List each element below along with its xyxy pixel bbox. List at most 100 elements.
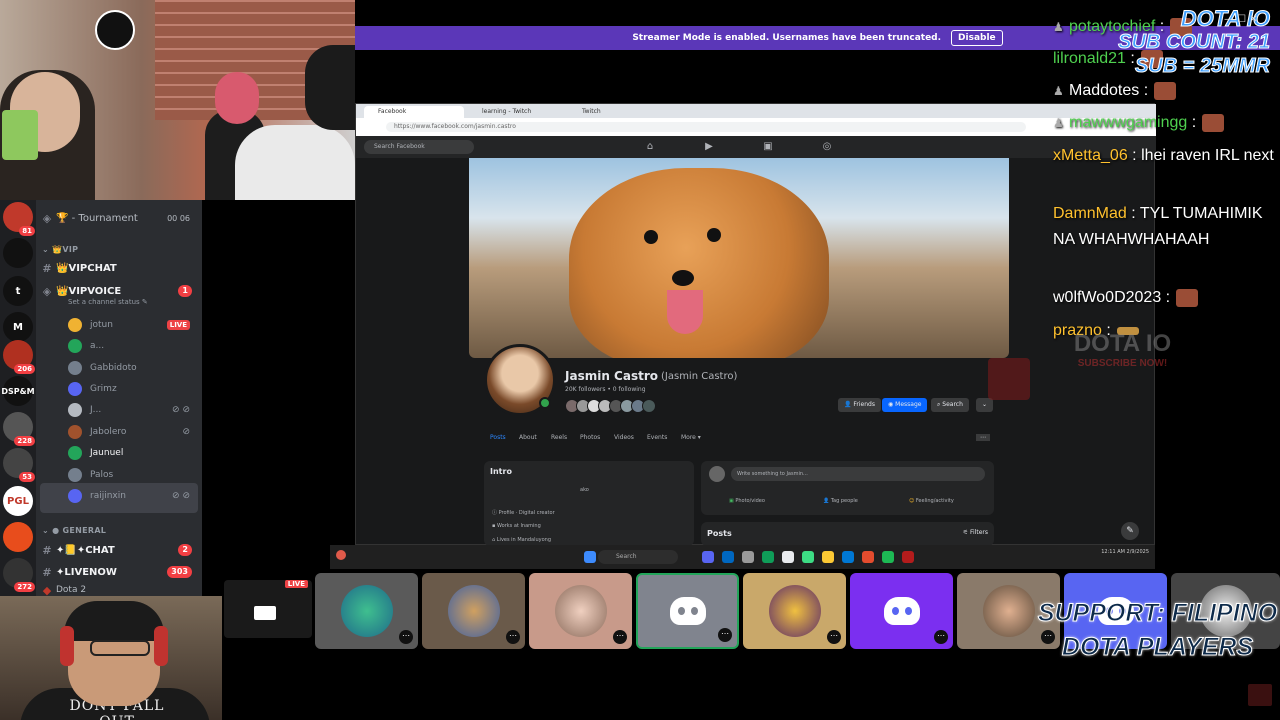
composer-input[interactable]: Write something to Jasmin... [731,467,985,481]
channel-status[interactable]: Set a channel status ✎ [68,298,148,306]
tab-events[interactable]: Events [647,434,667,441]
guild-icon-4[interactable]: M [3,312,33,342]
profile-search-button[interactable]: ⌕ Search [931,398,969,412]
url-input[interactable]: https://www.facebook.com/jasmin.castro [386,122,1026,132]
more-options-icon[interactable]: ⋯ [934,630,948,644]
guild-icon-8[interactable]: 53 [3,448,35,482]
tab-more[interactable]: More ▾ [681,434,701,441]
headset-right [154,626,168,666]
tab-reels[interactable]: Reels [551,434,567,441]
guild-icon-11[interactable]: 272 [3,558,35,592]
spotify-taskbar-icon[interactable] [882,551,894,563]
guild-badge: 272 [14,582,35,592]
game-activity-label: Dota 2 [56,585,87,595]
app-taskbar-icon[interactable] [742,551,754,563]
voice-user-name: Jabolero [90,426,127,437]
taskbar-search[interactable]: Search [598,550,678,564]
guild-icon-7[interactable]: 228 [3,412,35,446]
more-options-icon[interactable]: ⋯ [613,630,627,644]
voice-user[interactable]: jotun LIVE [68,315,198,334]
app-taskbar-icon[interactable] [862,551,874,563]
app-taskbar-icon[interactable] [802,551,814,563]
browser-window: Facebook learning - Twitch Twitch https:… [355,103,1156,546]
tab-about[interactable]: About [519,434,537,441]
voice-user[interactable]: Jabolero ⊘ [68,422,198,441]
voice-user[interactable]: Gabbidoto [68,358,198,377]
feeling-activity-button[interactable]: ☺ Feeling/activity [909,498,954,504]
guild-icon-9[interactable]: PGL [3,486,33,516]
profile-picture[interactable] [484,344,556,416]
more-options-icon[interactable]: ⋯ [718,628,732,642]
facebook-search-input[interactable]: Search Facebook [364,140,474,154]
more-options-icon[interactable]: ⋯ [399,630,413,644]
weather-icon[interactable] [336,550,346,560]
message-button[interactable]: ◉ Message [882,398,928,412]
facebook-top-nav: Search Facebook ⌂ ▶ ▣ ◎ [356,136,1156,158]
guild-icon-5[interactable]: 206 [3,340,35,374]
voice-tile-speaking[interactable]: ⋯ [636,573,739,649]
more-options-icon[interactable]: ⋯ [827,630,841,644]
chrome-taskbar-icon[interactable] [782,551,794,563]
guild-icon-6[interactable]: DSP&M [1,376,35,406]
profile-alternate-name: (Jasmin Castro) [661,371,738,382]
voice-user[interactable]: J... ⊘ ⊘ [68,400,198,419]
window-controls[interactable]: — ☐ ✕ [1224,14,1258,25]
tab-photos[interactable]: Photos [580,434,600,441]
tag-people-button[interactable]: 👤 Tag people [823,498,858,504]
category-general[interactable]: ⌄ ● GENERAL [42,526,106,535]
browser-tab-facebook[interactable]: Facebook [364,106,464,118]
browser-address-bar: https://www.facebook.com/jasmin.castro [356,118,1156,136]
guild-badge: 53 [19,472,35,482]
discord-taskbar-icon[interactable] [702,551,714,563]
start-icon[interactable] [584,551,596,563]
support-line-1: SUPPORT: FILIPINO [1037,599,1278,628]
channel-label: ✦📒✦CHAT [56,544,115,556]
disable-streamer-mode-button[interactable]: Disable [951,30,1003,46]
screenshare-preview[interactable]: LIVE [224,580,312,638]
home-icon[interactable]: ⌂ [644,141,656,153]
browser-tab-twitch[interactable]: Twitch [568,106,663,118]
photo-video-button[interactable]: ▣ Photo/video [729,498,765,504]
discord-sidebar: 81 t M 206 DSP&M 228 53 PGL 272 ◈ 🏆 - To… [0,200,202,596]
profile-more-button[interactable]: ⌄ [976,398,994,412]
mutual-friends-avatars[interactable] [565,399,665,413]
voice-user[interactable]: a... [68,336,198,355]
voice-user[interactable]: Palos [68,465,198,484]
voice-tile[interactable]: ⋯ [850,573,953,649]
app-taskbar-icon[interactable] [762,551,774,563]
avatar [982,585,1035,637]
channel-livenow[interactable]: # ✦LIVENOW 303 [38,562,202,582]
edge-taskbar-icon[interactable] [842,551,854,563]
voice-user[interactable]: raijinxin ⊘ ⊘ [68,486,198,505]
folder-taskbar-icon[interactable] [822,551,834,563]
channel-badge: 2 [178,544,192,556]
guild-icon-2[interactable] [3,238,33,268]
more-options-icon[interactable]: ⋯ [506,630,520,644]
voice-tile[interactable]: ⋯ [422,573,525,649]
guild-icon-10[interactable] [3,522,33,552]
tab-options-button[interactable]: ⋯ [976,434,990,441]
tab-videos[interactable]: Videos [614,434,634,441]
new-message-icon[interactable]: ✎ [1121,522,1139,540]
profile-follow-count[interactable]: 20K followers • 0 following [565,386,646,393]
voice-tile[interactable]: ⋯ [743,573,846,649]
voice-user[interactable]: Grimz [68,379,198,398]
browser-tab-learning[interactable]: learning - Twitch [468,106,563,118]
cover-photo[interactable] [469,158,1009,358]
voice-tile[interactable]: ⋯ [315,573,418,649]
voice-user[interactable]: Jaunuel [68,443,198,462]
guild-icon-3[interactable]: t [3,276,33,306]
voice-tile[interactable]: ⋯ [529,573,632,649]
friends-icon: 👤 [844,401,854,408]
app-taskbar-icon[interactable] [722,551,734,563]
dota-taskbar-icon[interactable] [902,551,914,563]
channel-chat[interactable]: # ✦📒✦CHAT 2 [38,540,202,560]
filters-button[interactable]: ⚟ Filters [963,529,988,536]
friends-button[interactable]: 👤 Friends [838,398,881,412]
gaming-icon[interactable]: ◎ [821,141,833,153]
video-icon[interactable]: ▶ [703,141,715,153]
tab-posts[interactable]: Posts [490,434,506,441]
taskbar-clock[interactable]: 12:11 AM 2/9/2025 [1101,549,1149,555]
marketplace-icon[interactable]: ▣ [762,141,774,153]
guild-icon-1[interactable]: 81 [3,202,35,236]
